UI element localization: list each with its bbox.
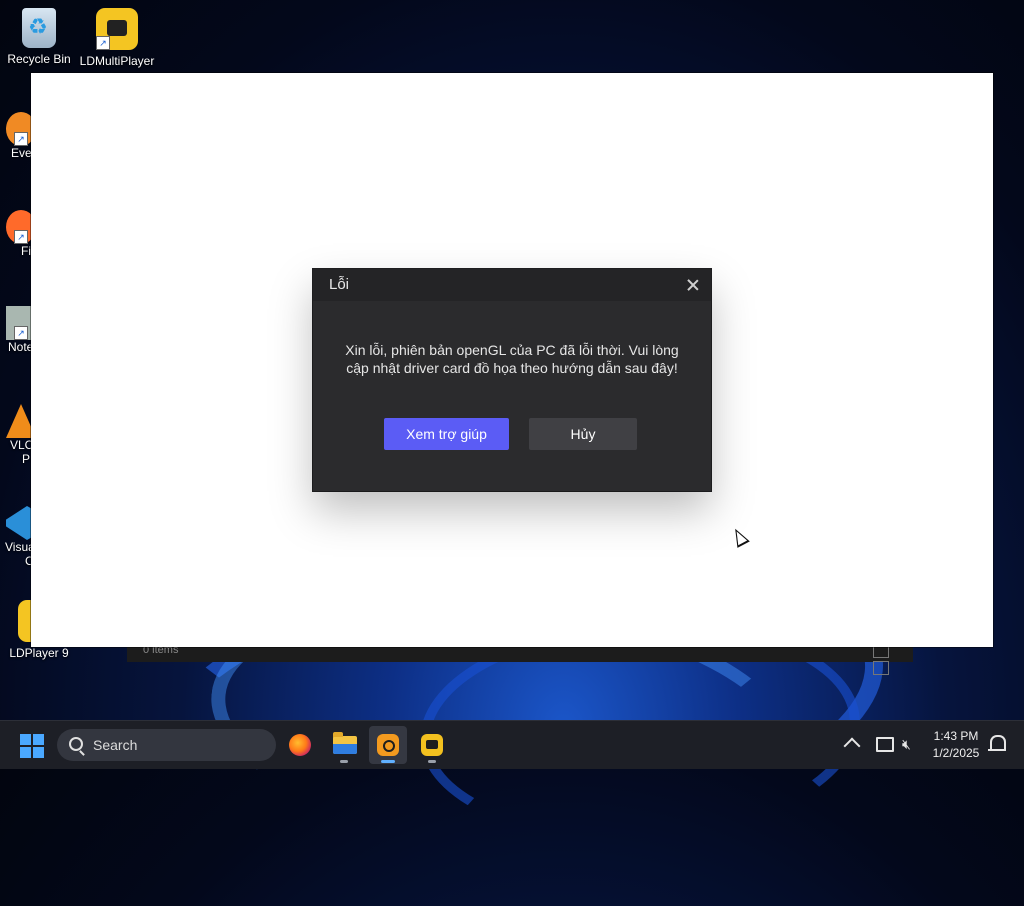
ldmultiplayer-icon [421,734,443,756]
desktop-icon-label: LDPlayer 9 [9,646,69,660]
help-button[interactable]: Xem trợ giúp [384,418,509,450]
taskbar-app-file-explorer[interactable] [325,726,363,764]
close-icon[interactable] [685,277,701,293]
desktop-icon-ldmultiplayer[interactable]: ↗ LDMultiPlayer [79,8,155,68]
volume-muted-icon[interactable]: 🔇︎ [902,736,911,753]
network-icon[interactable] [876,737,894,752]
cancel-button[interactable]: Hủy [529,418,637,450]
dialog-message: Xin lỗi, phiên bản openGL của PC đã lỗi … [345,342,679,376]
show-hidden-icons-chevron-icon[interactable] [843,737,861,755]
notification-bell-icon[interactable] [988,735,1006,751]
clock-date: 1/2/2025 [932,746,980,760]
firefox-icon [289,734,311,756]
shortcut-arrow-icon: ↗ [14,230,28,244]
folder-icon [333,732,357,754]
taskbar-app-ldmultiplayer[interactable] [413,726,451,764]
start-button[interactable] [20,734,44,758]
taskbar-app-firefox[interactable] [281,726,319,764]
shortcut-arrow-icon: ↗ [14,132,28,146]
shortcut-arrow-icon: ↗ [96,36,110,50]
dialog-title: Lỗi [329,276,350,293]
desktop-icon-label: LDMultiPlayer [79,54,155,68]
desktop-icon-recycle-bin[interactable]: Recycle Bin [1,8,77,66]
tiles-view-icon[interactable] [873,661,889,675]
clock-time: 1:43 PM [933,729,979,743]
error-dialog: Lỗi Xin lỗi, phiên bản openGL của PC đã … [313,269,711,491]
desktop-icon-label: Recycle Bin [7,52,71,66]
ldplayer-icon [377,734,399,756]
search-placeholder: Search [93,737,138,753]
taskbar-app-ldplayer[interactable] [369,726,407,764]
taskbar: Search 🔇︎ 1:43 PM 1/2/2025 [0,720,1024,769]
clock[interactable]: 1:43 PM 1/2/2025 [924,728,988,762]
recycle-bin-icon [22,8,56,48]
ldmultiplayer-icon: ↗ [96,8,138,50]
shortcut-arrow-icon: ↗ [14,326,28,340]
search-icon [69,737,83,751]
search-box[interactable]: Search [57,729,276,761]
dialog-titlebar[interactable]: Lỗi [313,269,711,301]
